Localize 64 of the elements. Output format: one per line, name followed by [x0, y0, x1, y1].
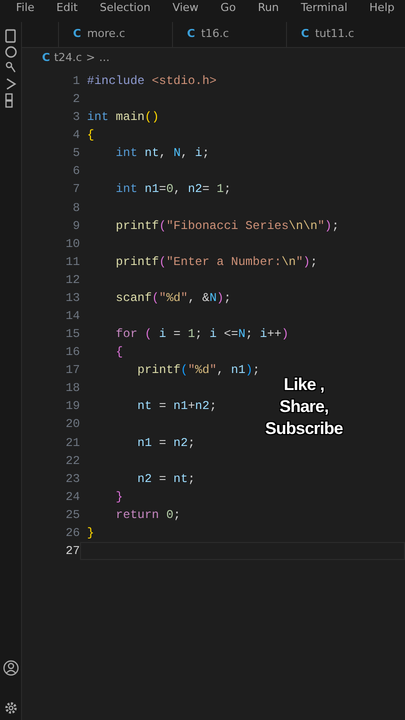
- code-line: n2 = nt;: [136, 470, 196, 488]
- c-file-icon: C: [301, 26, 310, 43]
- line-number: 24: [64, 488, 80, 506]
- files-icon[interactable]: [2, 28, 18, 44]
- menu-item[interactable]: Edit: [56, 0, 78, 22]
- menu-item[interactable]: View: [172, 0, 199, 22]
- line-number: 17: [64, 362, 80, 380]
- account-icon[interactable]: [2, 660, 18, 676]
- menu-item[interactable]: Selection: [100, 0, 150, 22]
- line-number: 26: [64, 524, 80, 542]
- line-number: 18: [64, 380, 80, 398]
- breadcrumb-file[interactable]: t24.c: [54, 50, 82, 66]
- line-number: 8: [72, 200, 80, 217]
- menu-item[interactable]: Go: [220, 0, 236, 22]
- c-file-icon: C: [73, 26, 82, 43]
- line-number: 20: [64, 416, 80, 434]
- line-number: 12: [64, 272, 80, 289]
- line-number: 14: [64, 308, 80, 326]
- line-number: 7: [72, 181, 80, 198]
- line-number: 22: [64, 452, 80, 470]
- line-number: 21: [64, 434, 80, 452]
- code-line: }: [86, 524, 94, 542]
- code-line: #include <stdio.h>: [86, 73, 217, 90]
- c-file-icon: C: [42, 50, 50, 66]
- code-line: {: [114, 344, 124, 362]
- c-file-icon: C: [187, 26, 196, 43]
- menu-item[interactable]: Help: [369, 0, 394, 22]
- code-line: {: [86, 127, 94, 144]
- code-line: printf("Fibonacci Series\n\n");: [114, 218, 340, 235]
- line-number: 3: [72, 109, 80, 126]
- breadcrumb-item[interactable]: ...: [99, 50, 110, 66]
- line-number: 2: [72, 91, 80, 108]
- code-line: n1 = n2;: [136, 434, 196, 452]
- breadcrumb-separator: >: [86, 50, 96, 66]
- code-line: printf("%d", n1);: [136, 362, 260, 380]
- line-number: 25: [64, 506, 80, 524]
- line-number: 11: [64, 254, 80, 271]
- code-line: printf("Enter a Number:\n");: [114, 254, 318, 271]
- menu-item[interactable]: File: [16, 0, 34, 22]
- code-line: return 0;: [114, 506, 181, 524]
- code-line: int nt, N, i;: [114, 145, 210, 162]
- line-number: 15: [64, 326, 80, 344]
- code-line: }: [114, 488, 124, 506]
- menu-item[interactable]: Run: [258, 0, 279, 22]
- line-number: 1: [72, 73, 80, 90]
- line-number: 23: [64, 470, 80, 488]
- overlay-caption: Like , Share, Subscribe: [264, 374, 344, 440]
- code-line: scanf("%d", &N);: [114, 290, 232, 307]
- line-number: 13: [64, 290, 80, 307]
- line-number: 4: [72, 127, 80, 144]
- code-line: nt = n1+n2;: [136, 398, 217, 416]
- settings-icon[interactable]: [2, 700, 18, 716]
- line-number: 16: [64, 344, 80, 362]
- menu-item[interactable]: Terminal: [300, 0, 348, 22]
- line-number: 19: [64, 398, 80, 416]
- code-line: for ( i = 1; i <=N; i++): [114, 326, 289, 344]
- line-number: 27: [64, 543, 80, 560]
- line-number: 5: [72, 145, 80, 162]
- search-icon[interactable]: [2, 44, 18, 60]
- code-line: int main(): [86, 109, 160, 126]
- code-line: int n1=0, n2= 1;: [114, 181, 232, 198]
- line-number: 6: [72, 163, 80, 180]
- line-number: 9: [72, 218, 80, 235]
- line-number: 10: [64, 236, 80, 253]
